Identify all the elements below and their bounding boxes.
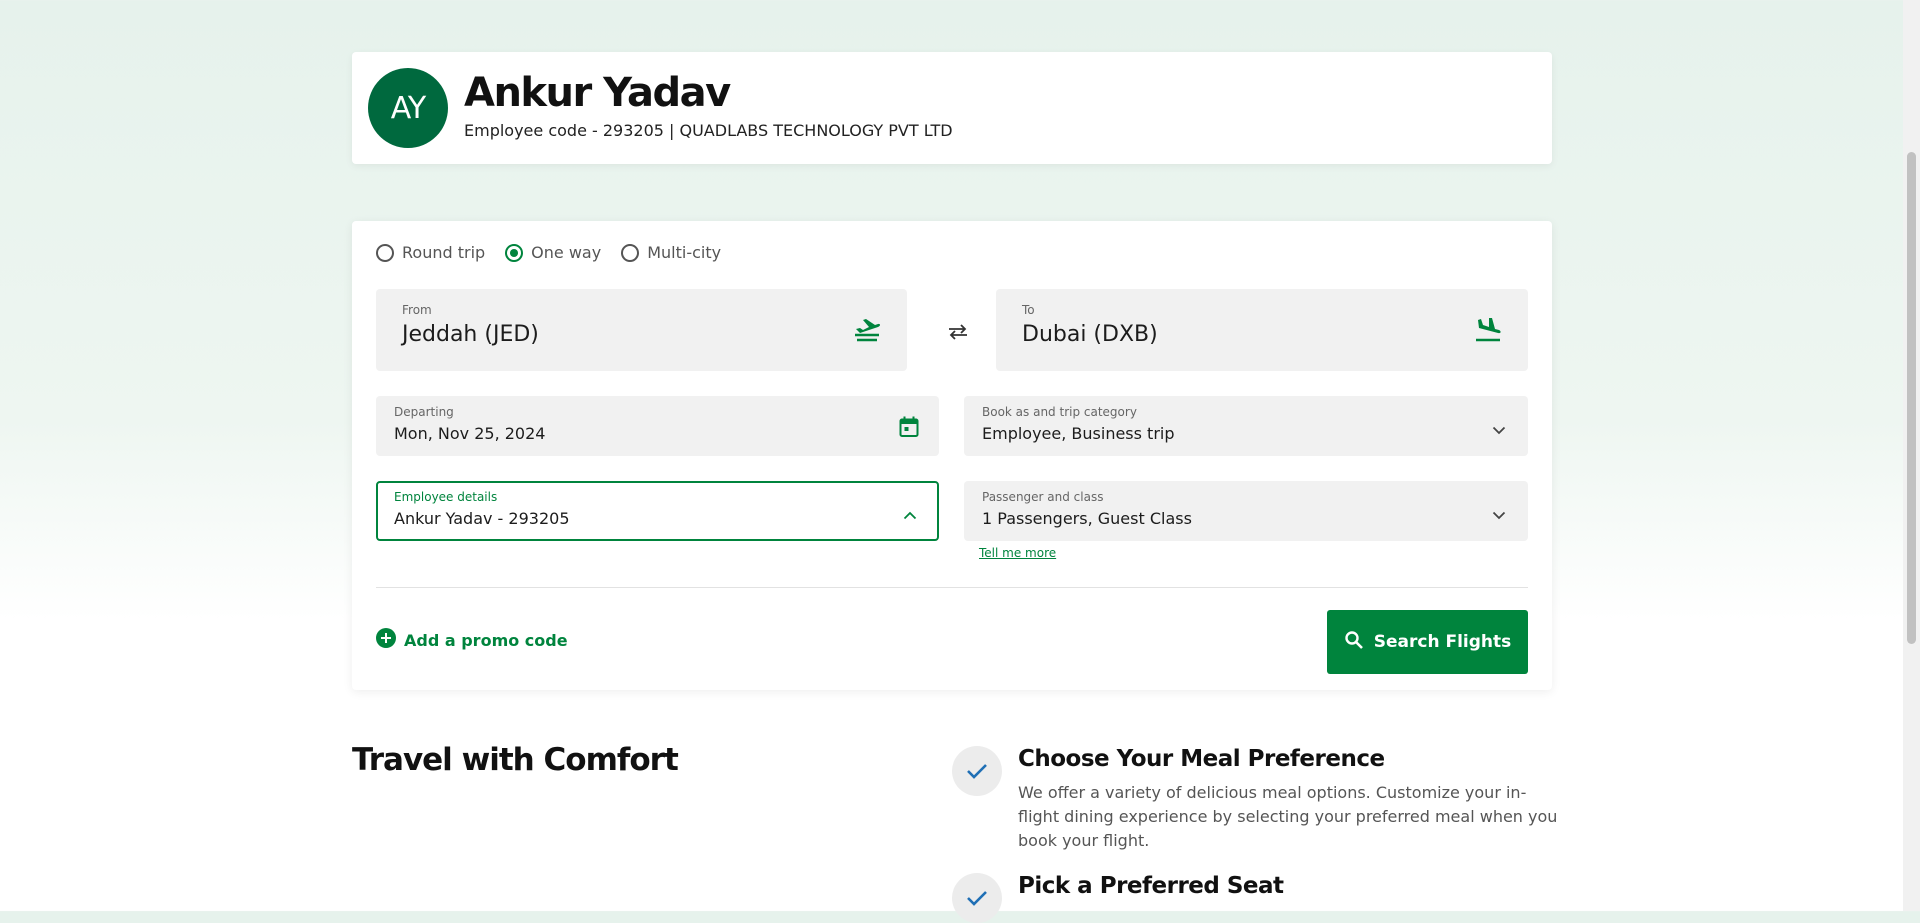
takeoff-icon [853, 317, 881, 347]
to-field[interactable]: To Dubai (DXB) [996, 289, 1528, 371]
chevron-down-icon [1492, 505, 1506, 524]
to-label: To [1022, 303, 1035, 317]
trip-type-label: One way [531, 243, 602, 262]
radio-one-way[interactable] [505, 243, 524, 262]
departing-date-field[interactable]: Departing Mon, Nov 25, 2024 [376, 396, 939, 456]
book-as-label: Book as and trip category [982, 405, 1137, 419]
profile-card: AY Ankur Yadav Employee code - 293205 | … [352, 52, 1552, 164]
add-promo-code-link[interactable]: Add a promo code [376, 628, 568, 652]
feature-description: We offer a variety of delicious meal opt… [1018, 783, 1558, 850]
book-as-value: Employee, Business trip [982, 424, 1175, 443]
from-field[interactable]: From Jeddah (JED) [376, 289, 907, 371]
feature-meal-preference: Choose Your Meal Preference We offer a v… [952, 746, 1557, 856]
page-scrollbar[interactable] [1903, 0, 1920, 911]
trip-type-round-trip[interactable]: Round trip [376, 243, 485, 262]
promo-code-label: Add a promo code [404, 630, 568, 650]
departing-value: Mon, Nov 25, 2024 [394, 424, 546, 443]
feature-title: Choose Your Meal Preference [1018, 746, 1385, 772]
swap-button[interactable] [940, 322, 976, 346]
landing-icon [1474, 315, 1502, 347]
passenger-class-value: 1 Passengers, Guest Class [982, 509, 1192, 528]
from-label: From [402, 303, 432, 317]
trip-type-group: Round trip One way Multi-city [376, 243, 721, 262]
radio-multi-city[interactable] [621, 243, 640, 262]
search-flights-button[interactable]: Search Flights [1327, 610, 1528, 674]
passenger-class-label: Passenger and class [982, 490, 1104, 504]
book-as-dropdown[interactable]: Book as and trip category Employee, Busi… [964, 396, 1528, 456]
calendar-icon[interactable] [899, 416, 919, 442]
from-value: Jeddah (JED) [402, 322, 539, 347]
trip-type-one-way[interactable]: One way [505, 243, 601, 262]
tell-me-more-link[interactable]: Tell me more [979, 546, 1056, 560]
check-icon [952, 746, 1002, 796]
radio-round-trip[interactable] [376, 243, 394, 262]
employee-details-dropdown[interactable]: Employee details Ankur Yadav - 293205 [376, 481, 939, 541]
plus-circle-icon [376, 628, 396, 652]
section-title: Travel with Comfort [352, 742, 679, 778]
scrollbar-thumb[interactable] [1907, 152, 1916, 644]
feature-title: Pick a Preferred Seat [1018, 873, 1284, 899]
divider [376, 587, 1528, 588]
employee-code-line: Employee code - 293205 | QUADLABS TECHNO… [464, 121, 953, 140]
departing-label: Departing [394, 405, 454, 419]
passenger-class-dropdown[interactable]: Passenger and class 1 Passengers, Guest … [964, 481, 1528, 541]
chevron-down-icon [1492, 420, 1506, 439]
to-value: Dubai (DXB) [1022, 322, 1158, 347]
feature-preferred-seat: Pick a Preferred Seat [952, 873, 1552, 923]
employee-details-label: Employee details [394, 490, 498, 504]
flight-search-card: Round trip One way Multi-city From Jedda… [352, 221, 1552, 690]
swap-arrows-icon [947, 324, 969, 344]
search-icon [1344, 630, 1364, 655]
chevron-up-icon [903, 505, 917, 524]
trip-type-multi-city[interactable]: Multi-city [621, 243, 721, 262]
search-flights-label: Search Flights [1373, 632, 1512, 652]
trip-type-label: Multi-city [647, 243, 722, 262]
profile-name: Ankur Yadav [464, 70, 731, 116]
check-icon [952, 873, 1002, 923]
avatar: AY [368, 68, 448, 148]
trip-type-label: Round trip [402, 243, 486, 262]
employee-details-value: Ankur Yadav - 293205 [394, 509, 570, 528]
